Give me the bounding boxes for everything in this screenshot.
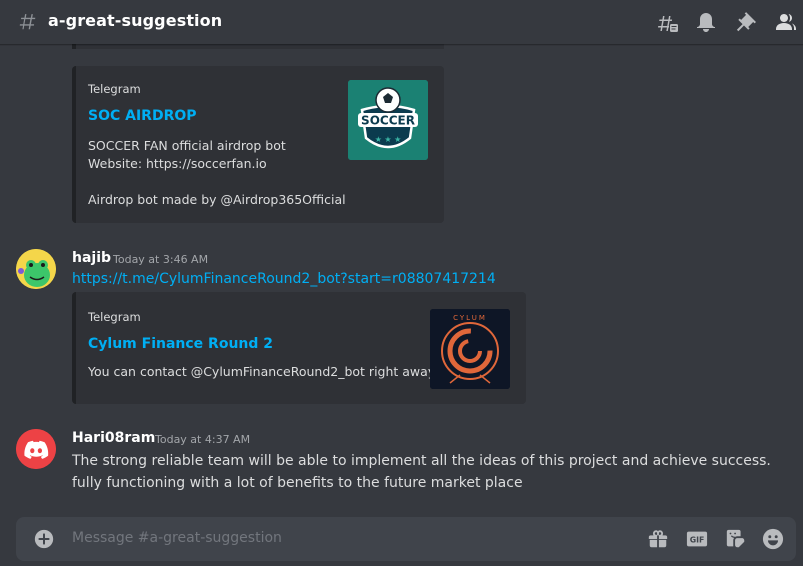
- svg-text:★ ★ ★: ★ ★ ★: [375, 135, 402, 144]
- hash-icon: [19, 14, 36, 30]
- embed-provider: Telegram: [88, 310, 141, 324]
- discord-logo-icon: [16, 429, 56, 469]
- message-link[interactable]: https://t.me/CylumFinanceRound2_bot?star…: [72, 271, 496, 287]
- message-text: The strong reliable team will be able to…: [72, 453, 771, 469]
- embed-description: SOCCER FAN official airdrop bot Website:…: [88, 138, 346, 207]
- soccer-thumbnail[interactable]: SOCCER ★ ★ ★: [348, 80, 428, 160]
- add-attachment-icon[interactable]: [34, 529, 54, 549]
- cylum-thumbnail[interactable]: CYLUM: [430, 309, 510, 389]
- svg-text:CYLUM: CYLUM: [453, 314, 487, 322]
- channel-name: a-great-suggestion: [48, 11, 223, 30]
- pin-icon[interactable]: [734, 10, 758, 34]
- channel-header: a-great-suggestion: [0, 0, 803, 44]
- gift-icon[interactable]: [646, 528, 670, 550]
- message-text: fully functioning with a lot of benefits…: [72, 475, 523, 491]
- embed-description: You can contact @CylumFinanceRound2_bot …: [88, 364, 438, 379]
- avatar[interactable]: [16, 429, 56, 469]
- message-list[interactable]: Telegram SOC AIRDROP SOCCER FAN official…: [0, 44, 803, 514]
- svg-text:GIF: GIF: [690, 536, 705, 545]
- threads-icon[interactable]: [655, 10, 679, 34]
- username[interactable]: hajib: [72, 250, 111, 266]
- embed-title-link[interactable]: SOC AIRDROP: [88, 108, 197, 124]
- gif-icon[interactable]: GIF: [685, 528, 709, 550]
- members-icon[interactable]: [774, 10, 798, 34]
- message-timestamp: Today at 4:37 AM: [155, 433, 251, 446]
- message-timestamp: Today at 3:46 AM: [113, 253, 209, 266]
- message-composer[interactable]: Message #a-great-suggestion GIF: [16, 517, 796, 561]
- frog-avatar-icon: [16, 249, 56, 289]
- bell-icon[interactable]: [694, 10, 718, 34]
- telegram-embed: Telegram Cylum Finance Round 2 You can c…: [72, 292, 526, 404]
- message-input[interactable]: Message #a-great-suggestion: [72, 530, 282, 546]
- previous-embed-fragment: [72, 44, 444, 49]
- soccer-logo-icon: SOCCER ★ ★ ★: [348, 80, 428, 160]
- avatar[interactable]: [16, 249, 56, 289]
- telegram-embed: Telegram SOC AIRDROP SOCCER FAN official…: [72, 66, 444, 223]
- sticker-icon[interactable]: [724, 528, 748, 550]
- cylum-logo-icon: CYLUM: [430, 309, 510, 389]
- username[interactable]: Hari08ram: [72, 430, 155, 446]
- embed-provider: Telegram: [88, 82, 141, 96]
- svg-text:SOCCER: SOCCER: [361, 114, 415, 128]
- emoji-icon[interactable]: [761, 528, 785, 550]
- embed-title-link[interactable]: Cylum Finance Round 2: [88, 336, 273, 352]
